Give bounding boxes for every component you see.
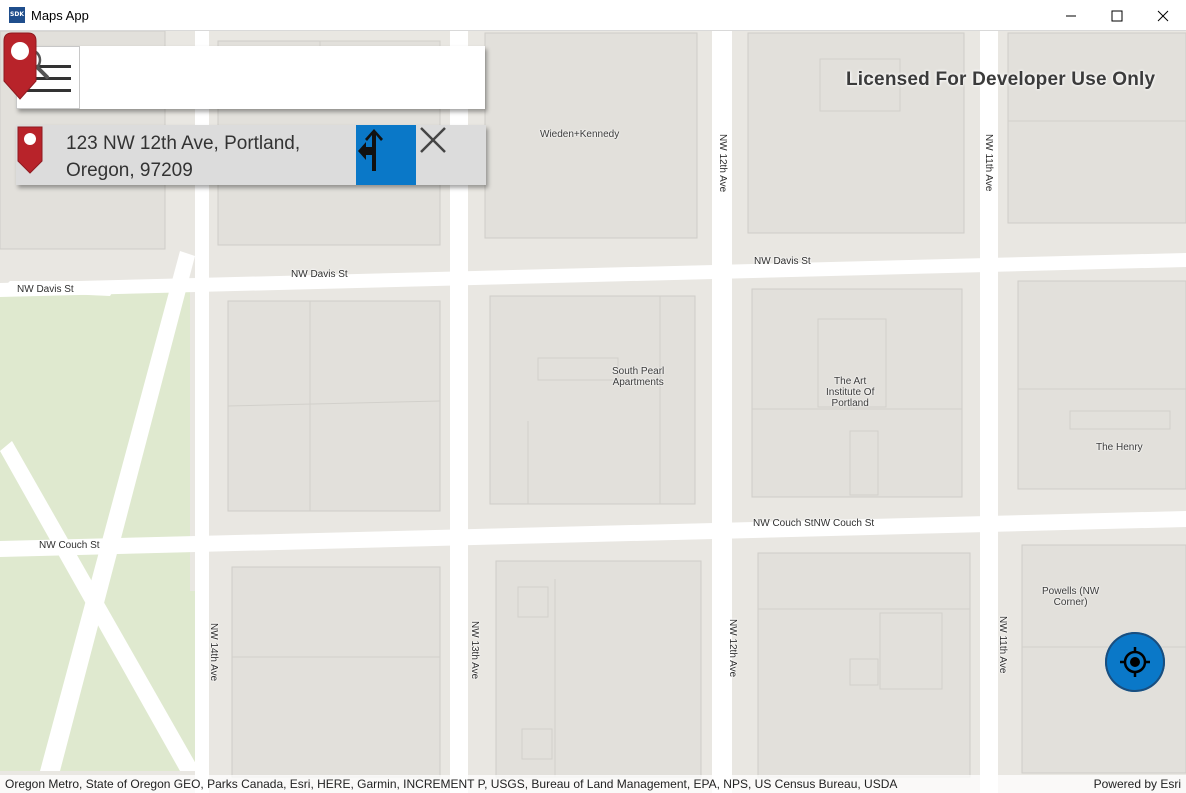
clear-result-button[interactable] (418, 125, 466, 185)
maximize-icon (1111, 10, 1123, 21)
poi-label-powells: Powells (NW Corner) (1042, 586, 1100, 608)
road-label-nw-11th-top: NW 11th Ave (983, 134, 994, 192)
app-icon: SDK (9, 7, 25, 23)
minimize-button[interactable] (1048, 0, 1094, 31)
road-label-nw-13th-bottom: NW 13th Ave (469, 621, 480, 680)
road-label-nw-12th-top: NW 12th Ave (717, 134, 728, 193)
address-result-card: 123 NW 12th Ave, Portland, Oregon, 97209 (16, 125, 486, 185)
window-title: Maps App (31, 8, 89, 23)
map-view[interactable]: Licensed For Developer Use Only Wieden+K… (0, 31, 1186, 793)
locate-me-button[interactable] (1105, 632, 1165, 692)
route-button[interactable] (356, 125, 416, 185)
poi-label-the-henry: The Henry (1096, 442, 1143, 453)
minimize-icon (1066, 15, 1076, 16)
close-window-icon (1157, 10, 1169, 21)
search-input[interactable] (82, 54, 426, 102)
road-label-nw-davis-middle: NW Davis St (291, 269, 348, 280)
poi-label-south-pearl: South Pearl Apartments (612, 366, 665, 388)
attribution-text: Oregon Metro, State of Oregon GEO, Parks… (5, 777, 898, 791)
poi-label-wieden: Wieden+Kennedy (540, 129, 620, 140)
poi-label-art-institute: The Art Institute Of Portland (826, 376, 875, 409)
crosshair-locate-icon (1120, 647, 1150, 677)
road-label-nw-14th-bottom: NW 14th Ave (208, 623, 219, 682)
license-watermark: Licensed For Developer Use Only (846, 69, 1156, 90)
title-bar: SDK Maps App (0, 0, 1186, 31)
road-label-nw-11th-bottom: NW 11th Ave (997, 616, 1008, 674)
road-label-nw-12th-bottom: NW 12th Ave (727, 619, 738, 678)
search-bar (16, 46, 485, 109)
close-icon (420, 127, 446, 153)
road-label-nw-davis-west: NW Davis St (17, 284, 74, 295)
road-label-nw-couch-east: NW Couch StNW Couch St (753, 518, 875, 529)
powered-by-esri[interactable]: Powered by Esri (1094, 775, 1181, 793)
road-label-nw-davis-east: NW Davis St (754, 256, 811, 267)
close-window-button[interactable] (1140, 0, 1186, 31)
location-pin-marker[interactable] (0, 31, 40, 105)
attribution-bar: Oregon Metro, State of Oregon GEO, Parks… (0, 775, 1186, 793)
road-label-nw-couch-west: NW Couch St (39, 540, 100, 551)
route-turn-left-icon (358, 129, 383, 171)
result-address: 123 NW 12th Ave, Portland, Oregon, 97209 (66, 133, 301, 181)
map-pin-icon (17, 126, 43, 174)
maximize-button[interactable] (1094, 0, 1140, 31)
